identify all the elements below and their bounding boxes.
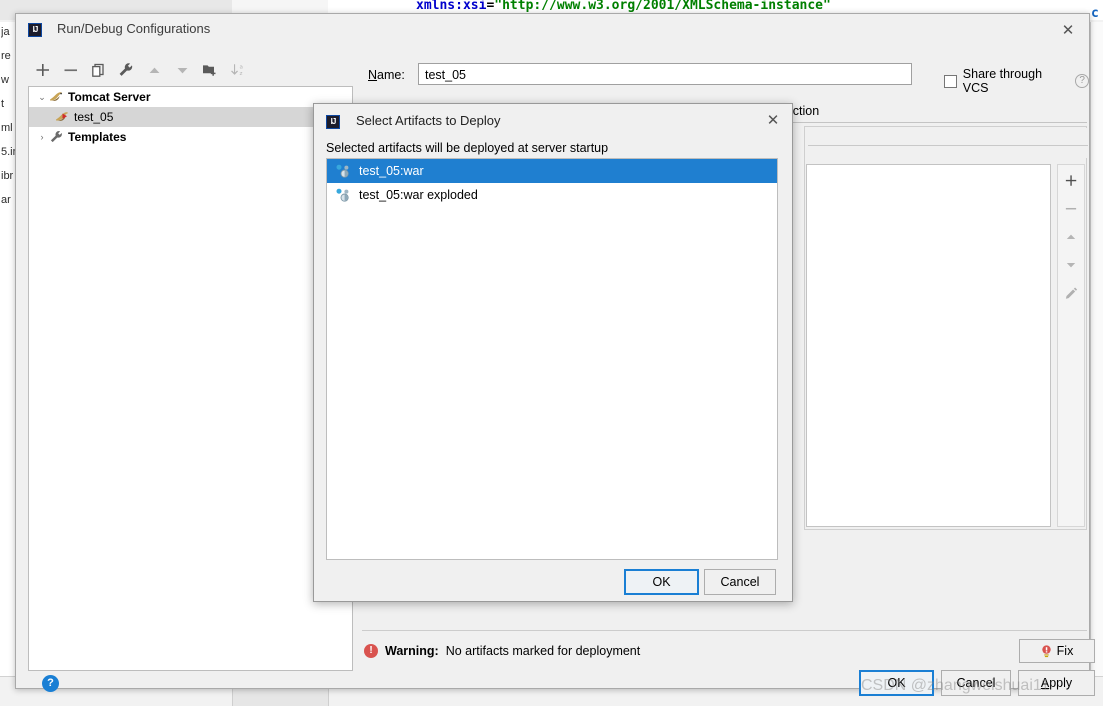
artifact-edit-pencil-icon[interactable] (1059, 283, 1083, 303)
lightbulb-warning-icon (1041, 644, 1052, 658)
dialog-titlebar: IJ Run/Debug Configurations ✕ (16, 14, 1089, 49)
apply-mnemonic: A (1040, 676, 1050, 690)
select-artifacts-ok-button[interactable]: OK (624, 569, 699, 595)
artifact-row-war[interactable]: test_05:war (327, 159, 777, 183)
warning-divider (362, 630, 1087, 631)
artifact-icon (335, 164, 351, 178)
tree-label-templates: Templates (68, 130, 127, 144)
chevron-down-icon[interactable]: ⌄ (35, 92, 49, 103)
select-artifacts-cancel-button[interactable]: Cancel (704, 569, 776, 595)
close-icon[interactable]: ✕ (1057, 20, 1079, 42)
new-folder-icon[interactable] (197, 58, 223, 82)
deployment-panel-header (806, 128, 1088, 158)
deployment-panel-divider (808, 145, 1088, 146)
tree-row-templates[interactable]: › Templates (29, 127, 352, 147)
svg-text:z: z (240, 71, 243, 77)
artifact-move-down-button[interactable] (1059, 255, 1083, 275)
artifacts-list[interactable]: test_05:war test_05:war exploded (326, 158, 778, 560)
tree-row-tomcat-server[interactable]: ⌄ Tomcat Server (29, 87, 352, 107)
dialog-title: Run/Debug Configurations (57, 21, 211, 36)
share-through-vcs-label: Share through VCS (962, 67, 1043, 95)
error-circle-icon: ! (364, 644, 378, 658)
select-artifacts-dialog: IJ Select Artifacts to Deploy ✕ Selected… (313, 103, 793, 602)
sort-alphabetically-icon[interactable]: a z (225, 58, 251, 82)
question-icon[interactable]: ? (1075, 74, 1089, 88)
apply-label-rest: pply (1049, 676, 1073, 690)
share-through-vcs-checkbox[interactable]: Share through VCS ? (944, 67, 1089, 95)
warning-message: ! Warning: No artifacts marked for deplo… (364, 640, 1004, 662)
chevron-right-icon[interactable]: › (35, 132, 49, 142)
artifact-add-button[interactable] (1059, 171, 1083, 191)
artifact-move-up-button[interactable] (1059, 227, 1083, 247)
select-artifacts-dialog-title: Select Artifacts to Deploy (356, 113, 501, 128)
artifact-row-war-exploded[interactable]: test_05:war exploded (327, 183, 777, 207)
code-attribute-name: xmlns:xsi (416, 0, 487, 13)
svg-text:a: a (240, 64, 243, 70)
tree-label-tomcat-server: Tomcat Server (68, 90, 151, 104)
warning-text: No artifacts marked for deployment (445, 644, 641, 658)
intellij-logo-icon: IJ (326, 115, 340, 129)
name-label: Name: (368, 68, 405, 82)
name-label-rest: ame: (377, 68, 405, 82)
fix-button[interactable]: Fix (1019, 639, 1095, 663)
tree-label-test-05: test_05 (74, 110, 114, 124)
configurations-toolbar: a z (29, 56, 349, 84)
wrench-icon[interactable] (113, 58, 139, 82)
name-mnemonic: N (368, 68, 378, 82)
deployment-artifacts-list[interactable] (806, 164, 1051, 527)
arrow-up-icon[interactable] (141, 58, 167, 82)
arrow-down-icon[interactable] (169, 58, 195, 82)
cancel-button[interactable]: Cancel (941, 670, 1011, 696)
deployment-list-toolbar (1057, 164, 1085, 527)
intellij-logo-icon: IJ (28, 23, 42, 37)
artifact-label-war-exploded: test_05:war exploded (359, 188, 478, 202)
add-button[interactable] (29, 58, 55, 82)
warning-prefix: Warning: (385, 644, 439, 658)
select-artifacts-subtitle: Selected artifacts will be deployed at s… (326, 141, 609, 155)
copy-icon[interactable] (85, 58, 111, 82)
help-button[interactable]: ? (42, 675, 59, 692)
checkbox-box[interactable] (944, 74, 957, 88)
name-input[interactable]: test_05 (418, 63, 912, 85)
wrench-icon (49, 130, 64, 144)
tomcat-run-icon (55, 111, 70, 124)
fix-button-label: Fix (1056, 644, 1074, 658)
close-icon[interactable]: ✕ (763, 111, 783, 131)
code-attribute-value: "http://www.w3.org/2001/XMLSchema-instan… (494, 0, 831, 13)
editor-right-text: c (1091, 6, 1099, 21)
artifact-label-war: test_05:war (359, 164, 424, 178)
tree-row-test-05[interactable]: test_05 (29, 107, 352, 127)
artifact-icon (335, 188, 351, 202)
editor-right-gutter (1090, 22, 1103, 706)
apply-button[interactable]: Apply (1018, 670, 1095, 696)
artifact-remove-button[interactable] (1059, 199, 1083, 219)
editor-code-line: xmlns:xsi="http://www.w3.org/2001/XMLSch… (416, 0, 831, 13)
tomcat-icon (49, 91, 64, 104)
configurations-tree[interactable]: ⌄ Tomcat Server test_05 › Templates (28, 86, 353, 671)
ok-button[interactable]: OK (859, 670, 934, 696)
remove-button[interactable] (57, 58, 83, 82)
